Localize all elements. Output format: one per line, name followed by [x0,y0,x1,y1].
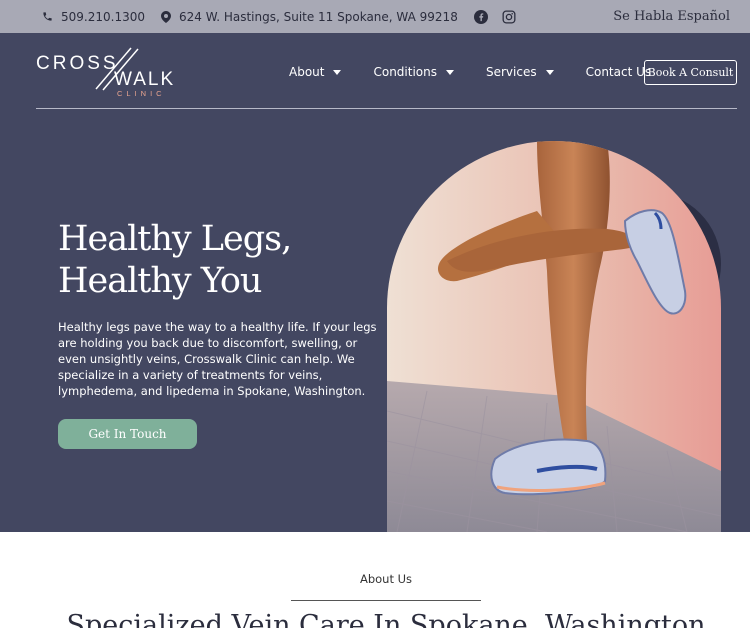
top-utility-bar: 509.210.1300 624 W. Hastings, Suite 11 S… [0,0,750,33]
hero-title-line-1: Healthy Legs, [58,219,292,259]
hero-description: Healthy legs pave the way to a healthy l… [58,320,377,398]
address-link[interactable]: 624 W. Hastings, Suite 11 Spokane, WA 99… [160,9,458,24]
location-pin-icon [160,10,171,23]
hero-title: Healthy Legs, Healthy You [58,218,358,302]
hero-photo-runner-legs [387,141,721,532]
book-consult-button[interactable]: Book A Consult [644,60,737,85]
instagram-icon[interactable] [502,10,516,24]
svg-text:WALK: WALK [114,69,175,90]
about-title: Specialized Vein Care In Spokane, Washin… [66,610,706,628]
nav-item-label: Conditions [373,65,437,79]
svg-text:CROSS: CROSS [36,53,119,74]
header-divider [36,108,737,109]
social-links [473,9,516,24]
spanish-notice[interactable]: Se Habla Español [613,9,730,24]
caret-down-icon [446,69,454,75]
hero-title-line-2: Healthy You [58,261,262,301]
phone-icon [43,12,52,21]
nav-item-label: Services [486,65,537,79]
about-divider [291,600,481,601]
nav-item-label: Contact Us [585,65,652,79]
nav-item-contact-us[interactable]: Contact Us [586,65,652,79]
nav-item-label: About [289,65,325,79]
svg-text:CLINIC: CLINIC [117,89,166,98]
runner-legs-illustration [387,141,721,532]
caret-down-icon [545,69,554,75]
site-header: CROSS WALK CLINIC About Conditions Servi… [0,33,750,110]
main-nav: About Conditions Services Contact Us [289,65,651,79]
get-in-touch-button[interactable]: Get In Touch [58,419,197,449]
nav-item-about[interactable]: About [289,65,342,79]
facebook-icon[interactable] [473,9,488,24]
nav-item-conditions[interactable]: Conditions [373,65,454,79]
hero-section: Healthy Legs, Healthy You Healthy legs p… [0,110,750,532]
about-section: About Us Specialized Vein Care In Spokan… [0,532,750,628]
about-label: About Us [359,572,413,586]
phone-link[interactable]: 509.210.1300 [42,10,145,24]
caret-down-icon [333,69,342,75]
address-text: 624 W. Hastings, Suite 11 Spokane, WA 99… [178,9,458,24]
nav-item-services[interactable]: Services [486,65,554,79]
crosswalk-clinic-logo[interactable]: CROSS WALK CLINIC [36,47,186,99]
phone-number: 509.210.1300 [61,9,145,24]
